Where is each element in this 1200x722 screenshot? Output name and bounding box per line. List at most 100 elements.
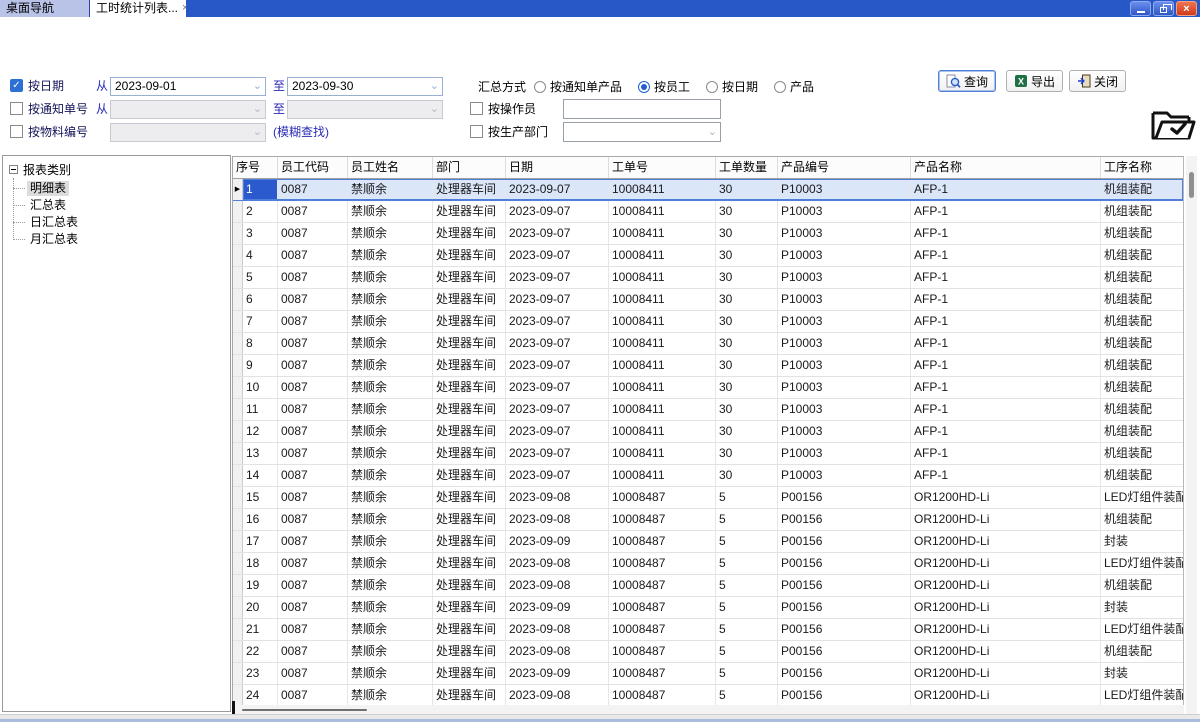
table-cell[interactable]: 11 (243, 399, 278, 420)
table-cell[interactable]: 0087 (278, 421, 348, 442)
table-cell[interactable]: OR1200HD-Li (911, 685, 1101, 706)
table-cell[interactable]: 禁顺余 (348, 399, 433, 420)
table-cell[interactable]: 10008411 (609, 223, 716, 244)
table-cell[interactable]: P10003 (778, 333, 911, 354)
table-cell[interactable]: 5 (716, 553, 778, 574)
table-cell[interactable]: 处理器车间 (433, 421, 506, 442)
table-cell[interactable]: AFP-1 (911, 311, 1101, 332)
table-cell[interactable]: 0087 (278, 223, 348, 244)
table-cell[interactable]: 0087 (278, 487, 348, 508)
table-cell[interactable]: LED灯组件装配 (1101, 619, 1184, 640)
table-cell[interactable]: P00156 (778, 553, 911, 574)
by-notice-checkbox[interactable] (10, 102, 23, 115)
summary-option[interactable]: 按通知单产品 (534, 78, 622, 95)
table-cell[interactable]: 处理器车间 (433, 685, 506, 706)
table-cell[interactable]: 机组装配 (1101, 223, 1184, 244)
table-row[interactable]: 120087禁顺余处理器车间2023-09-071000841130P10003… (233, 421, 1183, 443)
table-cell[interactable]: 处理器车间 (433, 597, 506, 618)
table-row[interactable]: 230087禁顺余处理器车间2023-09-09100084875P00156O… (233, 663, 1183, 685)
table-row[interactable]: 220087禁顺余处理器车间2023-09-08100084875P00156O… (233, 641, 1183, 663)
radio-icon[interactable] (774, 81, 786, 93)
table-cell[interactable]: 2023-09-09 (506, 597, 609, 618)
table-cell[interactable]: 2023-09-07 (506, 289, 609, 310)
table-cell[interactable]: 禁顺余 (348, 685, 433, 706)
table-cell[interactable]: 10 (243, 377, 278, 398)
table-cell[interactable]: 0087 (278, 465, 348, 486)
table-cell[interactable]: P00156 (778, 663, 911, 684)
table-cell[interactable]: 2023-09-07 (506, 223, 609, 244)
table-cell[interactable]: P00156 (778, 685, 911, 706)
table-cell[interactable]: 10008487 (609, 487, 716, 508)
table-cell[interactable]: 22 (243, 641, 278, 662)
table-cell[interactable]: 10008487 (609, 509, 716, 530)
table-row[interactable]: 20087禁顺余处理器车间2023-09-071000841130P10003A… (233, 201, 1183, 223)
column-header[interactable]: 产品名称 (911, 157, 1101, 178)
table-cell[interactable]: 处理器车间 (433, 223, 506, 244)
table-cell[interactable]: 禁顺余 (348, 443, 433, 464)
table-cell[interactable]: 10008487 (609, 597, 716, 618)
summary-option[interactable]: 按日期 (706, 78, 758, 95)
table-cell[interactable]: 16 (243, 509, 278, 530)
table-cell[interactable]: 0087 (278, 289, 348, 310)
vertical-scrollbar[interactable] (1186, 156, 1197, 714)
table-cell[interactable]: 2023-09-08 (506, 641, 609, 662)
table-cell[interactable]: 10008411 (609, 443, 716, 464)
tree-item[interactable]: 明细表 (13, 180, 230, 197)
table-cell[interactable]: 17 (243, 531, 278, 552)
table-cell[interactable]: 20 (243, 597, 278, 618)
table-cell[interactable]: 9 (243, 355, 278, 376)
tab-close-icon[interactable]: × (182, 3, 186, 14)
export-button[interactable]: X 导出 (1006, 70, 1063, 92)
table-cell[interactable]: 2023-09-07 (506, 179, 609, 200)
column-header[interactable]: 工单号 (609, 157, 716, 178)
table-cell[interactable]: 10008411 (609, 311, 716, 332)
tab-worktime-list[interactable]: 工时统计列表... × (90, 0, 186, 17)
table-cell[interactable]: 禁顺余 (348, 531, 433, 552)
table-cell[interactable]: 禁顺余 (348, 641, 433, 662)
table-cell[interactable]: 10008487 (609, 685, 716, 706)
table-cell[interactable]: 2023-09-07 (506, 201, 609, 222)
table-cell[interactable]: 禁顺余 (348, 553, 433, 574)
table-cell[interactable]: 0087 (278, 179, 348, 200)
table-cell[interactable]: P10003 (778, 289, 911, 310)
table-cell[interactable]: 机组装配 (1101, 333, 1184, 354)
table-cell[interactable]: AFP-1 (911, 289, 1101, 310)
table-cell[interactable]: OR1200HD-Li (911, 641, 1101, 662)
table-cell[interactable]: 2023-09-08 (506, 553, 609, 574)
table-cell[interactable]: P00156 (778, 531, 911, 552)
close-page-button[interactable]: 关闭 (1069, 70, 1126, 92)
table-cell[interactable]: 处理器车间 (433, 201, 506, 222)
table-row[interactable]: 110087禁顺余处理器车间2023-09-071000841130P10003… (233, 399, 1183, 421)
table-row[interactable]: 40087禁顺余处理器车间2023-09-071000841130P10003A… (233, 245, 1183, 267)
table-row[interactable]: 150087禁顺余处理器车间2023-09-08100084875P00156O… (233, 487, 1183, 509)
table-cell[interactable]: 处理器车间 (433, 509, 506, 530)
table-cell[interactable]: P10003 (778, 465, 911, 486)
vertical-scrollbar-thumb[interactable] (1189, 172, 1194, 198)
table-cell[interactable]: 禁顺余 (348, 267, 433, 288)
summary-option[interactable]: 产品 (774, 78, 814, 95)
table-cell[interactable]: 禁顺余 (348, 311, 433, 332)
table-cell[interactable]: 30 (716, 421, 778, 442)
table-cell[interactable]: AFP-1 (911, 421, 1101, 442)
table-row[interactable]: 160087禁顺余处理器车间2023-09-08100084875P00156O… (233, 509, 1183, 531)
table-cell[interactable]: 机组装配 (1101, 465, 1184, 486)
table-cell[interactable]: 12 (243, 421, 278, 442)
table-cell[interactable]: 0087 (278, 377, 348, 398)
table-cell[interactable]: 21 (243, 619, 278, 640)
table-cell[interactable]: 机组装配 (1101, 289, 1184, 310)
table-cell[interactable]: 19 (243, 575, 278, 596)
by-operator-checkbox[interactable] (470, 102, 483, 115)
tree-item[interactable]: 月汇总表 (13, 231, 230, 248)
table-cell[interactable]: 0087 (278, 509, 348, 530)
table-cell[interactable]: 处理器车间 (433, 179, 506, 200)
table-cell[interactable]: 7 (243, 311, 278, 332)
table-cell[interactable]: 5 (716, 575, 778, 596)
table-cell[interactable]: 0087 (278, 333, 348, 354)
table-cell[interactable]: 处理器车间 (433, 641, 506, 662)
table-cell[interactable]: 0087 (278, 597, 348, 618)
table-cell[interactable]: P00156 (778, 487, 911, 508)
date-to-combobox[interactable]: 2023-09-30 ⌄ (287, 77, 443, 96)
operator-input[interactable] (563, 99, 721, 119)
table-cell[interactable]: 机组装配 (1101, 509, 1184, 530)
table-cell[interactable]: 10008487 (609, 663, 716, 684)
